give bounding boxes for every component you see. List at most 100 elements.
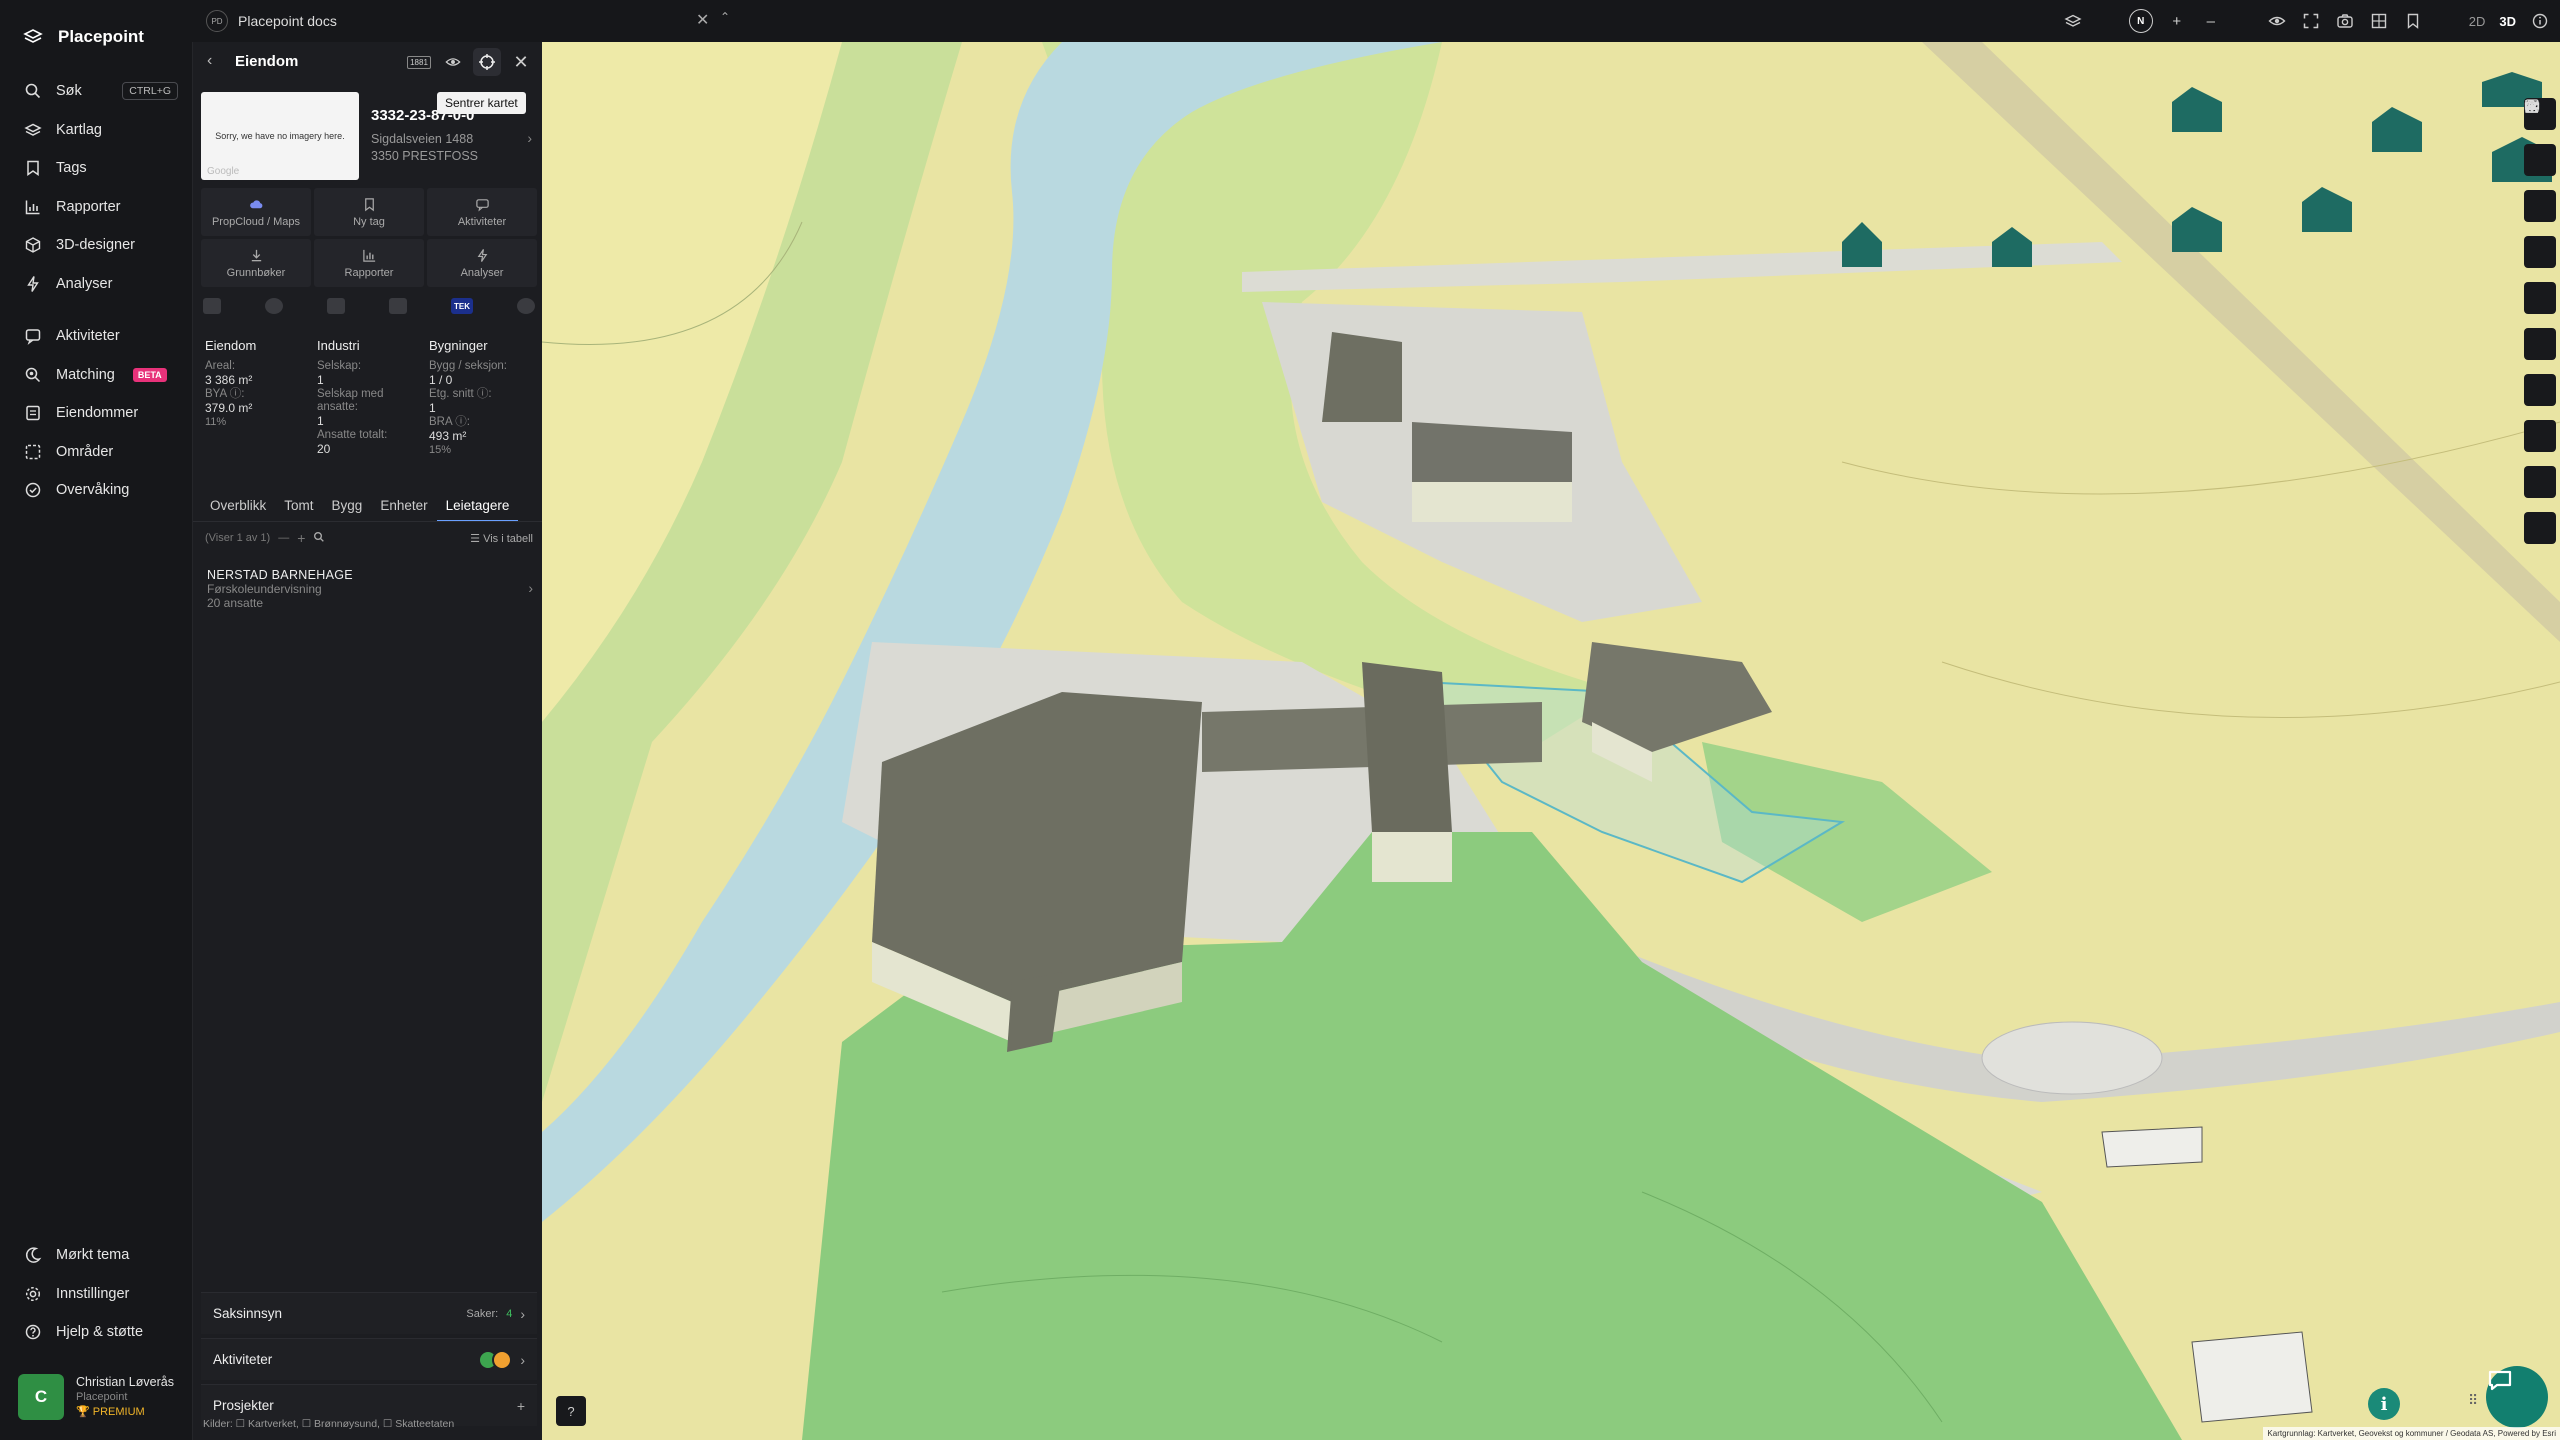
nav-item-aktiviteter[interactable]: Aktiviteter (0, 317, 192, 356)
user-profile[interactable]: C Christian Løverås Placepoint 🏆 PREMIUM (18, 1372, 188, 1422)
eye-icon[interactable] (439, 48, 467, 76)
tool-sun-icon[interactable] (2524, 99, 2556, 406)
panel-actions: 1881 ✕ (405, 48, 535, 76)
tile-label: Grunnbøker (226, 266, 286, 279)
tile-analyses[interactable]: Analyser (427, 239, 537, 287)
nav-item-search[interactable]: Søk CTRL+G (0, 72, 192, 111)
close-icon[interactable]: ✕ (696, 10, 709, 30)
collapse-icon[interactable]: — (278, 532, 289, 544)
section-saksinnsyn[interactable]: Saksinnsyn Saker: 4 › (201, 1292, 537, 1334)
nav-label: Kartlag (56, 121, 102, 138)
tile-propcloud[interactable]: PropCloud / Maps (201, 188, 311, 236)
nav-item-dark-theme[interactable]: Mørkt tema (0, 1236, 192, 1275)
source-icon-4[interactable] (389, 298, 407, 314)
nav-item-eiendommer[interactable]: Eiendommer (0, 394, 192, 433)
tool-slope-icon[interactable] (2524, 101, 2556, 360)
building-small[interactable] (2101, 1126, 2203, 1168)
source-icon-3[interactable] (327, 298, 345, 314)
mode-2d-button[interactable]: 2D (2469, 14, 2486, 29)
tab-tomt[interactable]: Tomt (275, 496, 322, 522)
nav-item-help[interactable]: Hjelp & støtte (0, 1313, 192, 1352)
layers-stack-icon[interactable] (2063, 11, 2083, 31)
nav-item-rapporter[interactable]: Rapporter (0, 188, 192, 227)
tool-measure-icon[interactable] (2524, 102, 2556, 176)
building-hall[interactable] (1362, 662, 1452, 832)
drag-handle-icon[interactable]: ⠿ (2468, 1392, 2478, 1409)
action-tiles: PropCloud / Maps Ny tag Aktiviteter Grun… (201, 188, 537, 287)
eye-icon[interactable] (2267, 11, 2287, 31)
building-small[interactable] (2191, 1331, 2313, 1423)
nav-item-kartlag[interactable]: Kartlag (0, 111, 192, 150)
list-item[interactable]: NERSTAD BARNEHAGE Førskoleundervisning 2… (207, 568, 533, 610)
tool-profile-icon[interactable] (2524, 100, 2556, 314)
source-icon-1[interactable] (203, 298, 221, 314)
nav-item-settings[interactable]: Innstillinger (0, 1275, 192, 1314)
map-viewport[interactable]: ? ⠿ i Kartgrunnlag: Kartverket, Geovekst… (542, 42, 2560, 1440)
nav-label: Overvåking (56, 482, 130, 499)
map-help-button[interactable]: ? (556, 1396, 586, 1426)
source-icon-2[interactable] (265, 298, 283, 314)
close-icon[interactable]: ✕ (507, 48, 535, 76)
badge-1881-button[interactable]: 1881 (405, 48, 433, 76)
chat-icon (475, 198, 489, 212)
source-icon-6[interactable] (517, 298, 535, 314)
tab-enheter[interactable]: Enheter (371, 496, 436, 522)
nav-label: Søk (56, 83, 82, 100)
user-name: Christian Løverås (76, 1375, 174, 1389)
stat-value: 1 / 0 (429, 373, 453, 387)
zoom-in-icon[interactable]: + (2167, 11, 2187, 31)
mode-3d-button[interactable]: 3D (2499, 14, 2516, 29)
tool-elevation-icon[interactable] (2524, 102, 2556, 498)
tile-new-tag[interactable]: Ny tag (314, 188, 424, 236)
tab-leietagere[interactable]: Leietagere (436, 496, 519, 522)
camera-icon[interactable] (2335, 11, 2355, 31)
tile-activities[interactable]: Aktiviteter (427, 188, 537, 236)
chevron-updown-icon[interactable]: ⌃ (720, 10, 730, 24)
table-view-button[interactable]: ☰ Vis i tabell (470, 532, 533, 545)
nav-item-matching[interactable]: Matching BETA (0, 356, 192, 395)
doc-tab[interactable]: PD Placepoint docs ✕ ⌃ (206, 8, 730, 34)
stat-value: 1 (317, 373, 324, 387)
building-workshop[interactable] (1322, 332, 1402, 422)
section-aktiviteter[interactable]: Aktiviteter › (201, 1338, 537, 1380)
tool-view-icon[interactable] (2524, 99, 2556, 222)
search-icon[interactable] (313, 531, 325, 546)
nav-item-analyser[interactable]: Analyser (0, 265, 192, 304)
tile-grunnboker[interactable]: Grunnbøker (201, 239, 311, 287)
property-thumbnail[interactable]: Sorry, we have no imagery here. Google (201, 92, 359, 180)
grid-icon[interactable] (2369, 11, 2389, 31)
brand-name: Placepoint (58, 27, 144, 46)
tab-overblikk[interactable]: Overblikk (201, 496, 275, 522)
tab-bygg[interactable]: Bygg (323, 496, 372, 522)
nav-label: Eiendommer (56, 405, 139, 422)
stat-value: 1 (429, 401, 436, 415)
tile-reports[interactable]: Rapporter (314, 239, 424, 287)
tool-chart-icon[interactable] (2524, 100, 2556, 268)
address-line-2: 3350 PRESTFOSS (371, 149, 478, 163)
brand[interactable]: Placepoint (22, 22, 144, 52)
tool-stats-icon[interactable] (2524, 100, 2556, 452)
back-icon[interactable]: ‹ (207, 52, 212, 70)
nav-item-overvaking[interactable]: Overvåking (0, 471, 192, 510)
moon-icon (25, 1247, 42, 1264)
zoom-out-icon[interactable]: – (2201, 11, 2221, 31)
nav-item-3d-designer[interactable]: 3D-designer (0, 226, 192, 265)
nav-item-tags[interactable]: Tags (0, 149, 192, 188)
info-icon[interactable] (2530, 11, 2550, 31)
nav-item-omrader[interactable]: Områder (0, 433, 192, 472)
nav-label: Analyser (56, 275, 113, 292)
add-icon[interactable]: + (517, 1398, 525, 1414)
chevron-right-icon[interactable]: › (527, 130, 532, 146)
tool-export-icon[interactable] (2524, 99, 2556, 544)
map-3d-scene[interactable] (542, 42, 2560, 1440)
center-map-icon[interactable] (473, 48, 501, 76)
bookmark-icon[interactable] (2403, 11, 2423, 31)
tek-badge[interactable]: TEK (451, 298, 473, 314)
fullscreen-icon[interactable] (2301, 11, 2321, 31)
chat-button[interactable] (2486, 1366, 2548, 1428)
info-button[interactable]: i (2368, 1388, 2400, 1420)
building-workshop (1412, 482, 1572, 522)
avatar: C (18, 1374, 64, 1420)
compass-button[interactable]: N (2128, 9, 2153, 33)
add-icon[interactable]: + (297, 530, 305, 546)
